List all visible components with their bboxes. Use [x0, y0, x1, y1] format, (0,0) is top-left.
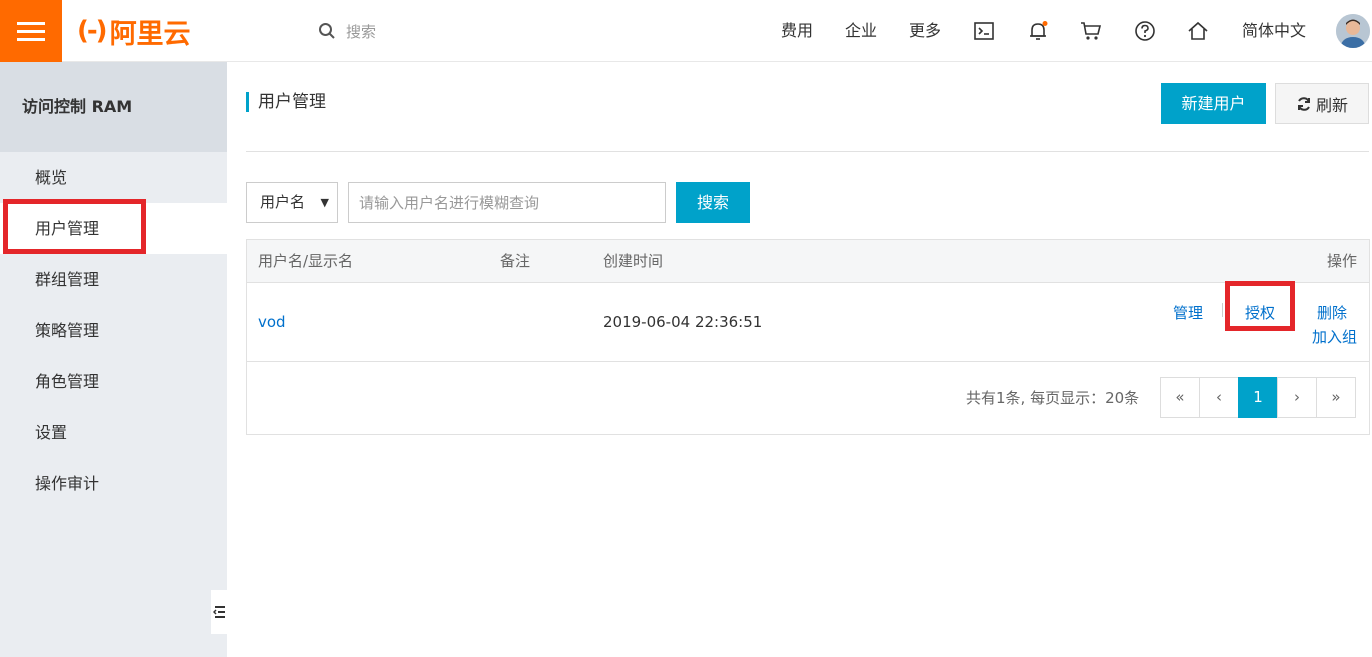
filter-select-value: 用户名 [260, 193, 306, 211]
pagination-summary: 共有1条, 每页显示：20条 [966, 389, 1140, 407]
user-link[interactable]: vod [258, 313, 286, 331]
highlight-box-authorize [1225, 281, 1295, 331]
cart-icon[interactable] [1078, 18, 1104, 44]
new-user-button[interactable]: 新建用户 [1161, 83, 1266, 124]
sidebar-item-settings[interactable]: 设置 [0, 407, 227, 458]
highlight-box-users [3, 199, 146, 254]
username-search-input[interactable] [348, 182, 666, 223]
filter-field-select[interactable]: 用户名 ▼ [246, 182, 338, 223]
avatar[interactable] [1336, 14, 1370, 48]
search-button[interactable]: 搜索 [676, 182, 750, 223]
manage-link[interactable]: 管理 [1173, 302, 1203, 323]
logo-mark: (-) [77, 16, 108, 46]
table-header [247, 240, 1369, 283]
sidebar-item-policies[interactable]: 策略管理 [0, 305, 227, 356]
help-icon[interactable] [1132, 18, 1158, 44]
caret-down-icon: ▼ [320, 196, 329, 209]
global-search[interactable]: 搜索 [318, 16, 376, 46]
column-header-actions: 操作 [1327, 252, 1358, 270]
delete-link[interactable]: 删除 [1317, 302, 1347, 323]
nav-billing[interactable]: 费用 [781, 16, 813, 46]
page-first-button[interactable]: « [1160, 377, 1200, 418]
page-last-button[interactable]: » [1316, 377, 1356, 418]
top-bar [0, 0, 1372, 62]
logo-text: 阿里云 [109, 18, 191, 50]
refresh-button[interactable]: 刷新 [1275, 83, 1369, 124]
sidebar-item-overview[interactable]: 概览 [0, 152, 227, 203]
page-1-button[interactable]: 1 [1238, 377, 1278, 418]
action-separator [1222, 303, 1223, 317]
sidebar-item-audit[interactable]: 操作审计 [0, 458, 227, 509]
page-next-button[interactable]: › [1277, 377, 1317, 418]
search-placeholder: 搜索 [346, 22, 377, 41]
logo[interactable]: (-) 阿里云 [77, 13, 191, 50]
title-accent [246, 92, 249, 112]
nav-more[interactable]: 更多 [909, 16, 941, 46]
column-header-note: 备注 [500, 252, 531, 270]
page-title: 用户管理 [258, 92, 326, 112]
divider [246, 151, 1369, 152]
page-prev-button[interactable]: ‹ [1199, 377, 1239, 418]
column-header-username: 用户名/显示名 [258, 252, 354, 270]
search-icon [319, 23, 335, 39]
collapse-sidebar-icon[interactable] [211, 590, 227, 634]
nav-enterprise[interactable]: 企业 [845, 16, 877, 46]
sidebar-item-groups[interactable]: 群组管理 [0, 254, 227, 305]
sidebar-title: 访问控制 RAM [0, 62, 227, 152]
column-header-created: 创建时间 [603, 252, 664, 270]
sidebar-item-roles[interactable]: 角色管理 [0, 356, 227, 407]
refresh-label: 刷新 [1315, 95, 1348, 115]
refresh-icon [1297, 96, 1310, 111]
row-divider [247, 361, 1369, 362]
bell-icon[interactable] [1025, 18, 1051, 44]
language-switch[interactable]: 简体中文 [1242, 16, 1306, 46]
menu-icon[interactable] [0, 0, 62, 62]
home-icon[interactable] [1185, 18, 1211, 44]
user-created-time: 2019-06-04 22:36:51 [603, 313, 763, 331]
terminal-icon[interactable] [971, 18, 997, 44]
add-to-group-link[interactable]: 加入组 [1312, 326, 1357, 347]
